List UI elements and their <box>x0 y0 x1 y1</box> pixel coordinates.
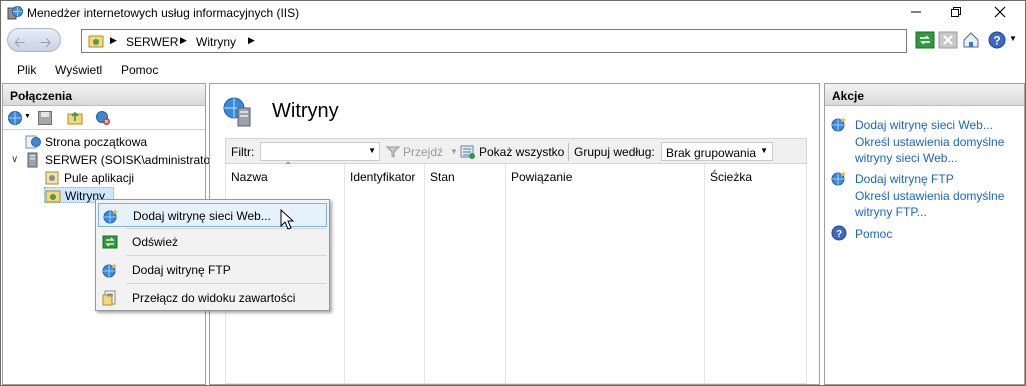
add-ftp-globe-icon <box>831 171 846 186</box>
chevron-down-icon[interactable]: ▼ <box>760 146 768 155</box>
save-icon[interactable] <box>37 110 53 126</box>
disconnect-icon[interactable] <box>95 110 111 126</box>
actions-header: Akcje <box>825 84 1024 106</box>
filter-input[interactable]: ▼ <box>260 142 380 161</box>
column-state[interactable]: Stan <box>424 164 455 384</box>
chevron-down-icon[interactable]: ▼ <box>450 147 458 156</box>
home-icon[interactable] <box>961 30 981 50</box>
sites-globe-icon <box>223 97 251 127</box>
go-filter-icon <box>386 146 400 158</box>
minimize-icon <box>911 11 921 13</box>
context-item-content-view[interactable]: Przełącz do widoku zawartości <box>98 286 327 310</box>
start-page-icon <box>25 135 41 149</box>
title-bar: Menedżer internetowych usług informacyjn… <box>1 1 1025 25</box>
iis-manager-window: Menedżer internetowych usług informacyjn… <box>0 0 1026 386</box>
group-by-select[interactable]: Brak grupowania ▼ <box>661 142 773 161</box>
menu-view[interactable]: Wyświetl <box>55 63 102 77</box>
app-pools-icon <box>45 171 59 185</box>
minimize-button[interactable] <box>899 1 933 25</box>
group-by-label: Grupuj według: <box>574 145 655 159</box>
chevron-right-icon[interactable]: ▶ <box>180 35 187 46</box>
add-ftp-globe-icon <box>102 263 117 278</box>
expand-chevron-icon[interactable]: ∨ <box>11 154 18 165</box>
add-site-globe-icon <box>103 209 118 224</box>
address-box[interactable]: ▶ SERWER ▶ Witryny ▶ <box>81 29 907 53</box>
content-view-icon <box>102 290 116 306</box>
svg-text:?: ? <box>836 229 842 240</box>
chevron-down-icon[interactable]: ▼ <box>1009 34 1017 43</box>
svg-text:?: ? <box>993 34 1000 48</box>
restore-icon <box>951 7 961 17</box>
column-id[interactable]: Identyfikator <box>344 164 415 384</box>
page-title: Witryny <box>272 100 339 122</box>
show-all-button[interactable]: Pokaż wszystko <box>479 145 564 159</box>
connections-toolbar: ▼ <box>3 106 205 130</box>
refresh-icon[interactable] <box>915 30 935 50</box>
forward-arrow-icon[interactable]: 🡢 <box>40 32 51 56</box>
mouse-cursor-icon <box>280 209 295 230</box>
filter-bar: Filtr: ▼ Przejdź ▼ Pokaż wszystko Grupuj… <box>225 138 807 164</box>
help-icon[interactable]: ? <box>987 30 1007 50</box>
connections-header: Połączenia <box>3 84 205 106</box>
close-button[interactable] <box>983 1 1017 25</box>
navigation-buttons: 🡠 🡢 <box>7 28 61 52</box>
sort-arrow-icon: ⌃ <box>284 161 293 172</box>
window-title: Menedżer internetowych usług informacyjn… <box>27 6 300 20</box>
menu-separator <box>126 283 326 284</box>
column-path[interactable]: Ścieżka <box>704 164 752 384</box>
breadcrumb-server[interactable]: SERWER <box>126 35 178 49</box>
sites-folder-icon <box>45 190 61 203</box>
context-item-add-ftp-site[interactable]: Dodaj witrynę FTP <box>98 258 327 282</box>
chevron-right-icon[interactable]: ▶ <box>248 35 255 46</box>
toolbar-divider <box>568 143 569 161</box>
add-site-globe-icon <box>831 117 846 132</box>
menu-separator <box>126 255 326 256</box>
go-button[interactable]: Przejdź <box>403 145 443 159</box>
address-bar-row: 🡠 🡢 ▶ SERWER ▶ Witryny ▶ ? ▼ <box>1 25 1025 57</box>
menu-file[interactable]: Plik <box>17 63 36 77</box>
up-level-icon[interactable] <box>67 110 83 126</box>
server-icon <box>27 152 38 168</box>
menu-help[interactable]: Pomoc <box>121 63 158 77</box>
maximize-button[interactable] <box>939 1 973 25</box>
connect-globe-icon[interactable] <box>7 110 23 126</box>
close-icon <box>994 6 1006 18</box>
context-item-refresh[interactable]: Odśwież <box>98 230 327 254</box>
actions-panel: Akcje Dodaj witrynę sieci Web... Określ … <box>824 83 1025 385</box>
filter-label: Filtr: <box>231 145 255 159</box>
stop-icon[interactable] <box>938 30 958 50</box>
show-all-icon <box>460 145 475 159</box>
menu-bar: Plik Wyświetl Pomoc <box>1 58 1025 82</box>
breadcrumb-sites[interactable]: Witryny <box>196 35 236 49</box>
column-binding[interactable]: Powiązanie <box>505 164 572 384</box>
refresh-icon <box>102 235 118 249</box>
help-icon: ? <box>831 225 847 241</box>
menu-separator <box>126 228 326 229</box>
chevron-down-icon[interactable]: ▼ <box>368 146 376 155</box>
back-arrow-icon[interactable]: 🡠 <box>14 32 25 56</box>
chevron-right-icon[interactable]: ▶ <box>110 35 117 46</box>
iis-app-icon <box>7 6 23 20</box>
folder-icon <box>88 35 104 48</box>
chevron-down-icon[interactable]: ▼ <box>24 113 31 120</box>
